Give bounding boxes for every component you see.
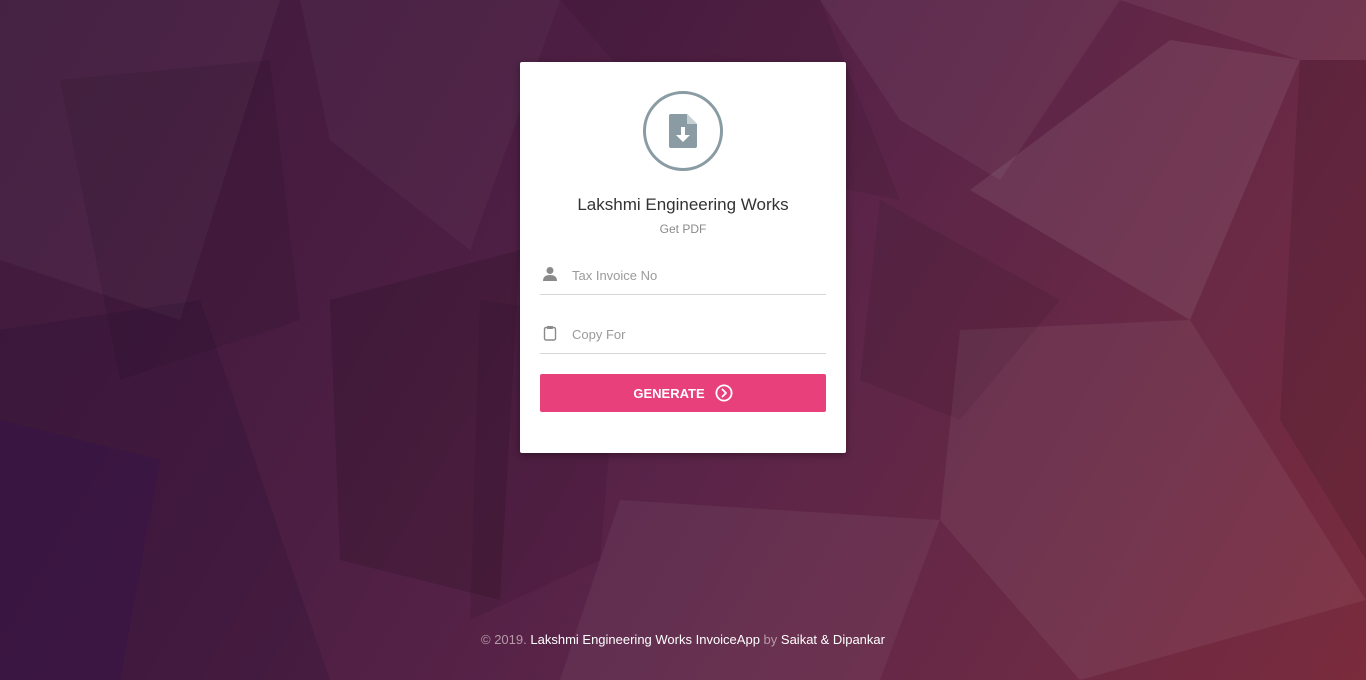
login-card: Lakshmi Engineering Works Get PDF GENERA… [520, 62, 846, 453]
clipboard-icon [543, 326, 557, 341]
footer-app-name: Lakshmi Engineering Works InvoiceApp [530, 632, 760, 647]
generate-button-label: GENERATE [633, 385, 705, 401]
footer-authors: Saikat & Dipankar [780, 632, 885, 647]
footer-copyright: © 2019. [481, 632, 527, 647]
brand-subtitle: Get PDF [659, 222, 707, 236]
page: Lakshmi Engineering Works Get PDF GENERA… [0, 0, 1366, 680]
invoice-number-field [540, 256, 826, 295]
file-download-icon [669, 114, 697, 148]
copy-for-input[interactable] [572, 321, 822, 347]
footer-by: by [763, 632, 778, 647]
footer: © 2019. Lakshmi Engineering Works Invoic… [0, 632, 1366, 647]
user-icon [543, 267, 557, 281]
generate-button[interactable]: GENERATE [540, 374, 826, 412]
logo [643, 91, 723, 171]
copy-for-field [540, 315, 826, 354]
arrow-right-circle-icon [715, 384, 733, 402]
tax-invoice-input[interactable] [572, 262, 822, 288]
brand-title: Lakshmi Engineering Works [577, 195, 789, 214]
